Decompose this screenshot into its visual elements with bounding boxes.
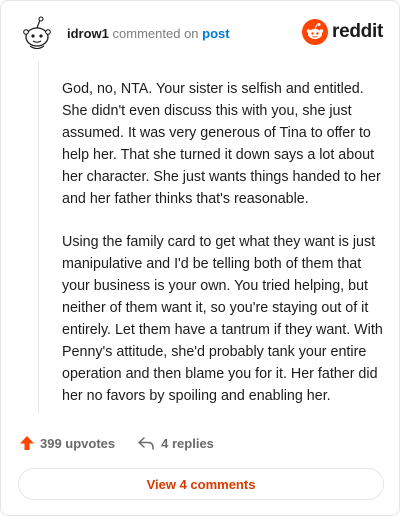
- comment-actions: 399 upvotes 4 replies: [19, 432, 214, 454]
- comment-card: idrow1 commented on post reddit God, no,…: [0, 0, 400, 516]
- post-link[interactable]: post: [202, 26, 229, 41]
- thread-line[interactable]: [38, 61, 39, 413]
- reply-icon[interactable]: [137, 436, 155, 450]
- avatar[interactable]: [21, 15, 53, 51]
- reply-count[interactable]: 4 replies: [161, 436, 214, 451]
- reddit-logo[interactable]: reddit: [302, 19, 383, 45]
- action-text: commented on: [112, 25, 199, 41]
- upvote-icon[interactable]: [19, 435, 35, 451]
- upvote-count: 399 upvotes: [40, 435, 116, 451]
- username-link[interactable]: idrow1: [67, 26, 109, 41]
- view-comments-button[interactable]: View 4 comments: [18, 468, 384, 500]
- comment-paragraph: God, no, NTA. Your sister is selfish and…: [62, 81, 381, 207]
- byline: idrow1 commented on post: [67, 26, 230, 41]
- reddit-wordmark: reddit: [332, 21, 383, 42]
- comment-body: God, no, NTA. Your sister is selfish and…: [62, 78, 386, 428]
- comment-header: idrow1 commented on post reddit: [21, 15, 383, 51]
- reddit-snoo-icon: [302, 19, 329, 45]
- comment-paragraph: Using the family card to get what they w…: [62, 234, 383, 404]
